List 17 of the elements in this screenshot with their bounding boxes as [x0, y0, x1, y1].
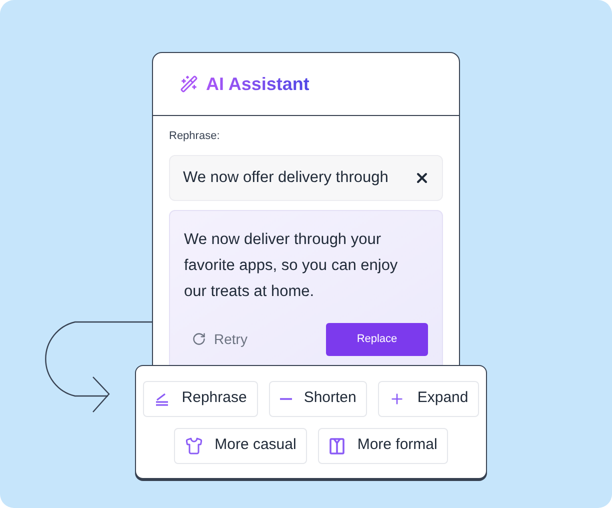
action-button[interactable]: Expand: [378, 380, 480, 416]
action-button[interactable]: More casual: [174, 428, 308, 464]
replace-button[interactable]: Replace: [326, 322, 428, 356]
suggestion-text: We now deliver through your favorite apps, so you can enjoy our treats at home.: [184, 230, 399, 302]
minus-icon: [280, 398, 292, 400]
field-value: We now offer delivery through: [183, 168, 390, 188]
action-button[interactable]: Shorten: [268, 380, 368, 416]
section-label: Rephrase:: [169, 129, 221, 144]
rephrase-icon: [154, 390, 170, 406]
text-field[interactable]: We now offer delivery through: [169, 154, 443, 200]
retry-button[interactable]: Retry: [184, 323, 256, 355]
action-button[interactable]: Rephrase: [142, 380, 258, 416]
retry-icon: [192, 332, 206, 346]
shirt-icon: [184, 436, 203, 454]
jacket-icon: [329, 436, 346, 454]
action-button[interactable]: More formal: [318, 428, 448, 464]
magic-wand-icon: [180, 75, 198, 93]
